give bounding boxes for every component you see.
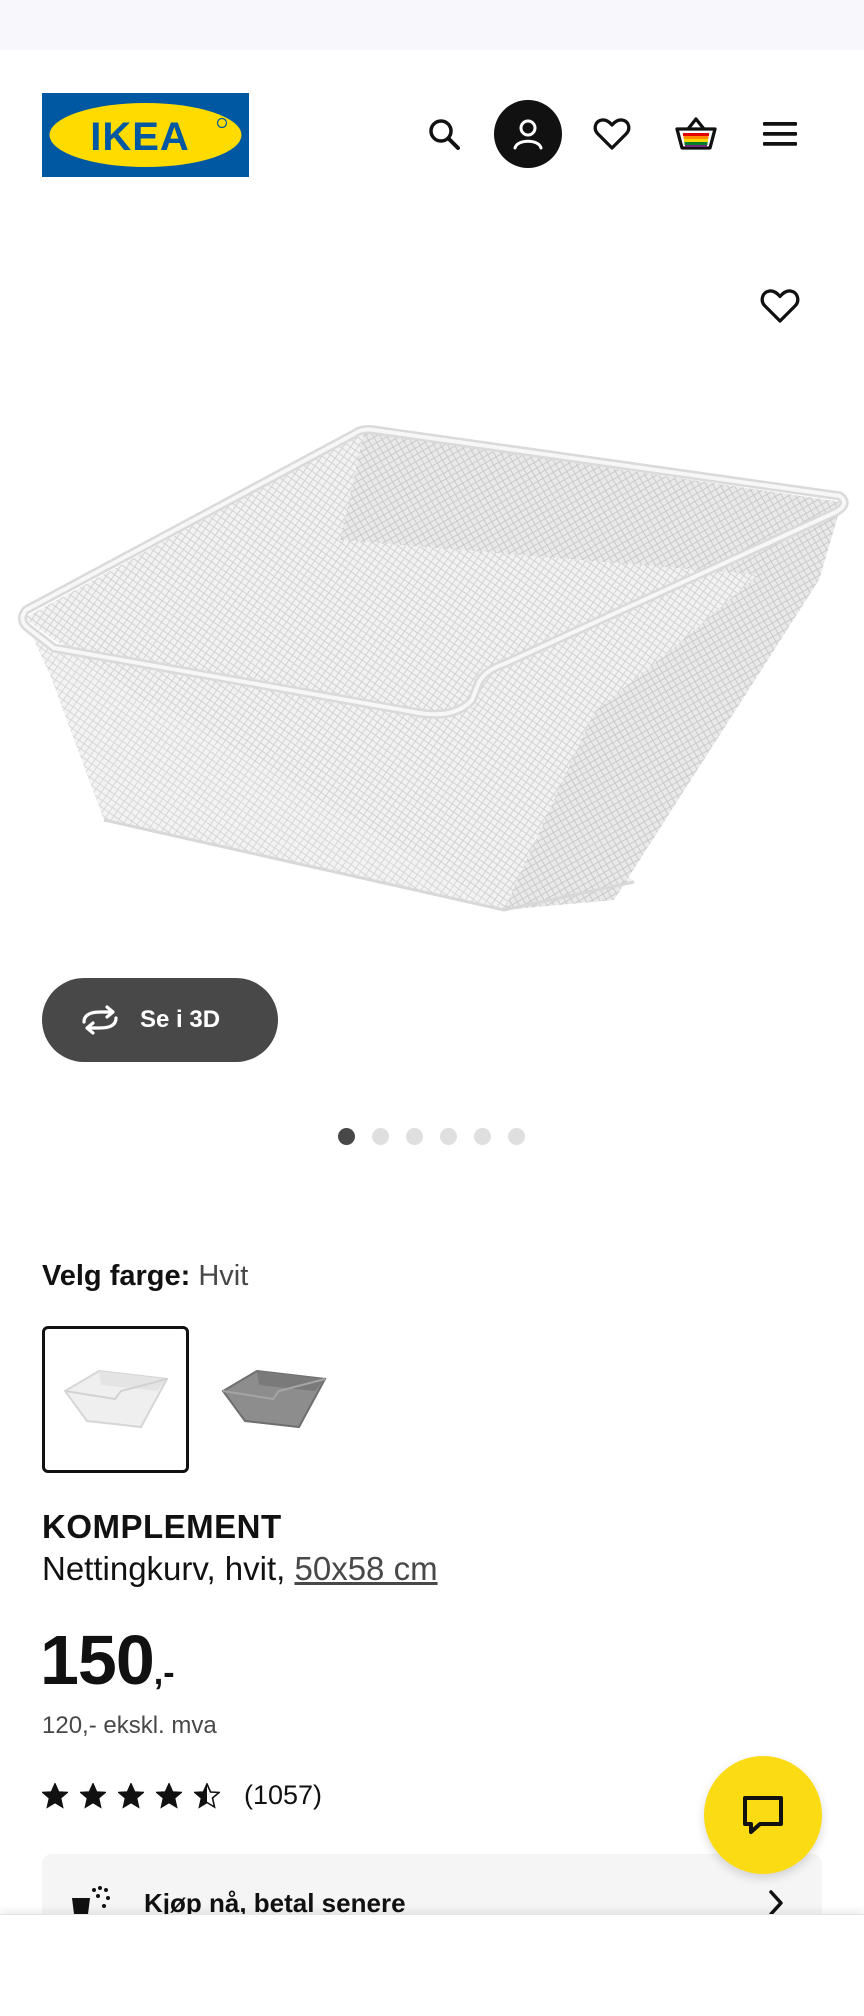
cart-icon: [675, 117, 717, 150]
chat-support-button[interactable]: [704, 1756, 822, 1874]
payment-later-icon: [72, 1886, 110, 1914]
cart-button[interactable]: [664, 102, 728, 166]
product-price: 150,-: [40, 1620, 175, 1700]
product-size-link[interactable]: 50x58 cm: [294, 1550, 437, 1587]
star-half-icon: [194, 1782, 220, 1809]
rating-count: (1057): [244, 1780, 323, 1810]
rating-stars: [42, 1782, 220, 1809]
product-description: Nettingkurv, hvit, 50x58 cm: [42, 1550, 438, 1588]
chat-bubble-icon: [743, 1796, 783, 1834]
product-image: [14, 420, 850, 925]
ikea-logo-mark: IKEA: [42, 93, 249, 177]
site-header: IKEA: [0, 50, 864, 220]
account-icon: [513, 119, 543, 150]
svg-text:IKEA: IKEA: [90, 115, 190, 159]
wire-basket-illustration: [18, 425, 849, 912]
color-option-grey[interactable]: [200, 1326, 347, 1473]
color-option-white[interactable]: [42, 1326, 189, 1473]
star-full-icon: [156, 1782, 182, 1809]
menu-button[interactable]: [748, 102, 812, 166]
account-button[interactable]: [494, 100, 562, 168]
view-in-3d-button[interactable]: Se i 3D: [42, 978, 278, 1062]
price-excl-vat: 120,- ekskl. mva: [42, 1712, 217, 1739]
gallery-dot[interactable]: [406, 1128, 423, 1145]
gallery-pagination: [338, 1128, 525, 1145]
gallery-dot[interactable]: [338, 1128, 355, 1145]
search-icon: [429, 119, 460, 150]
gallery-dot[interactable]: [372, 1128, 389, 1145]
view-in-3d-label: Se i 3D: [140, 1006, 221, 1033]
hamburger-menu-icon: [763, 122, 797, 146]
product-rating[interactable]: (1057): [42, 1780, 322, 1811]
product-type-text: Nettingkurv, hvit,: [42, 1550, 295, 1587]
star-full-icon: [42, 1782, 68, 1809]
browser-status-strip: [0, 0, 864, 50]
star-full-icon: [118, 1782, 144, 1809]
white-basket-thumbnail: [63, 1369, 169, 1428]
product-gallery[interactable]: Se i 3D: [0, 220, 864, 1200]
favorites-button[interactable]: [580, 102, 644, 166]
grey-basket-thumbnail: [221, 1369, 327, 1428]
search-button[interactable]: [412, 102, 476, 166]
gallery-dot[interactable]: [440, 1128, 457, 1145]
add-to-favorites-button[interactable]: [748, 288, 812, 352]
price-decimal: ,-: [153, 1654, 175, 1692]
gallery-dot[interactable]: [508, 1128, 525, 1145]
gallery-dot[interactable]: [474, 1128, 491, 1145]
heart-icon: [593, 118, 631, 150]
color-selector-label: Velg farge: Hvit: [42, 1260, 248, 1293]
star-full-icon: [80, 1782, 106, 1809]
bottom-bar: [0, 1914, 864, 2016]
rotate-3d-icon: [82, 1005, 118, 1035]
color-label-title: Velg farge:: [42, 1260, 191, 1292]
ikea-logo[interactable]: IKEA: [42, 93, 249, 177]
price-integer: 150: [40, 1621, 155, 1699]
product-name: KOMPLEMENT: [42, 1508, 282, 1545]
color-selected-value: Hvit: [198, 1260, 249, 1292]
heart-icon: [760, 289, 800, 323]
